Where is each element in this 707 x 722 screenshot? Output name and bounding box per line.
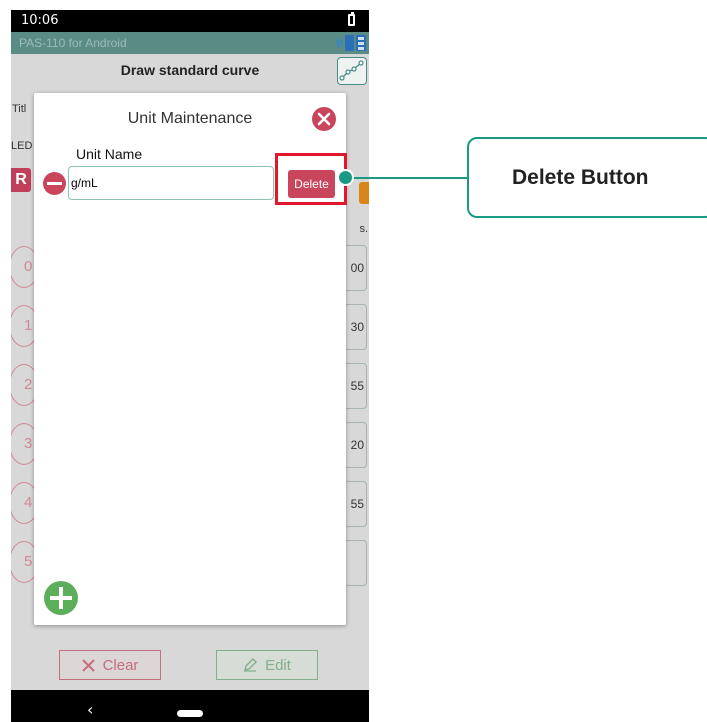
led-label: LED xyxy=(11,140,33,152)
title-field-label: Titl xyxy=(12,103,27,115)
unit-name-input[interactable] xyxy=(68,166,274,200)
clear-label: Clear xyxy=(102,656,139,674)
app-bar: PAS-110 for Android xyxy=(11,32,369,54)
phone-screen: 10:06 PAS-110 for Android Draw standard … xyxy=(11,10,369,722)
row-value-box[interactable]: 00 xyxy=(343,245,367,291)
status-time: 10:06 xyxy=(21,13,59,28)
x-icon xyxy=(81,658,95,672)
screen-title: Draw standard curve xyxy=(120,62,260,78)
remove-unit-icon[interactable] xyxy=(43,172,66,195)
home-pill-icon[interactable] xyxy=(177,710,203,717)
edit-button[interactable]: Edit xyxy=(216,650,318,680)
row-value-box[interactable]: 55 xyxy=(343,481,367,527)
close-icon[interactable] xyxy=(312,107,336,131)
dialog-title: Unit Maintenance xyxy=(127,110,253,127)
add-unit-icon[interactable] xyxy=(44,581,78,615)
battery-icon xyxy=(348,12,355,26)
navigation-bar: ‹ xyxy=(11,690,369,722)
orange-button[interactable] xyxy=(359,182,369,204)
status-bar: 10:06 xyxy=(11,10,369,32)
clear-button[interactable]: Clear xyxy=(59,650,161,680)
row-value-box[interactable]: 55 xyxy=(343,363,367,409)
curve-graph-button[interactable] xyxy=(337,57,367,85)
column-suffix: s. xyxy=(359,223,368,235)
unit-name-label: Unit Name xyxy=(76,146,143,162)
row-value-box[interactable]: 20 xyxy=(343,422,367,468)
callout-connector-dot xyxy=(337,169,354,186)
edit-label: Edit xyxy=(265,656,291,674)
bluetooth-device-icon[interactable] xyxy=(335,33,367,53)
red-badge: R xyxy=(11,168,31,192)
back-icon[interactable]: ‹ xyxy=(87,700,93,719)
callout-connector-line xyxy=(347,177,467,179)
row-value-box[interactable]: 30 xyxy=(343,304,367,350)
curve-graph-icon xyxy=(339,60,364,81)
pencil-icon xyxy=(244,658,258,672)
tutorial-screenshot: 10:06 PAS-110 for Android Draw standard … xyxy=(0,0,707,722)
callout-label: Delete Button xyxy=(467,137,707,218)
row-value-box[interactable] xyxy=(343,540,367,586)
app-title: PAS-110 for Android xyxy=(19,36,127,50)
